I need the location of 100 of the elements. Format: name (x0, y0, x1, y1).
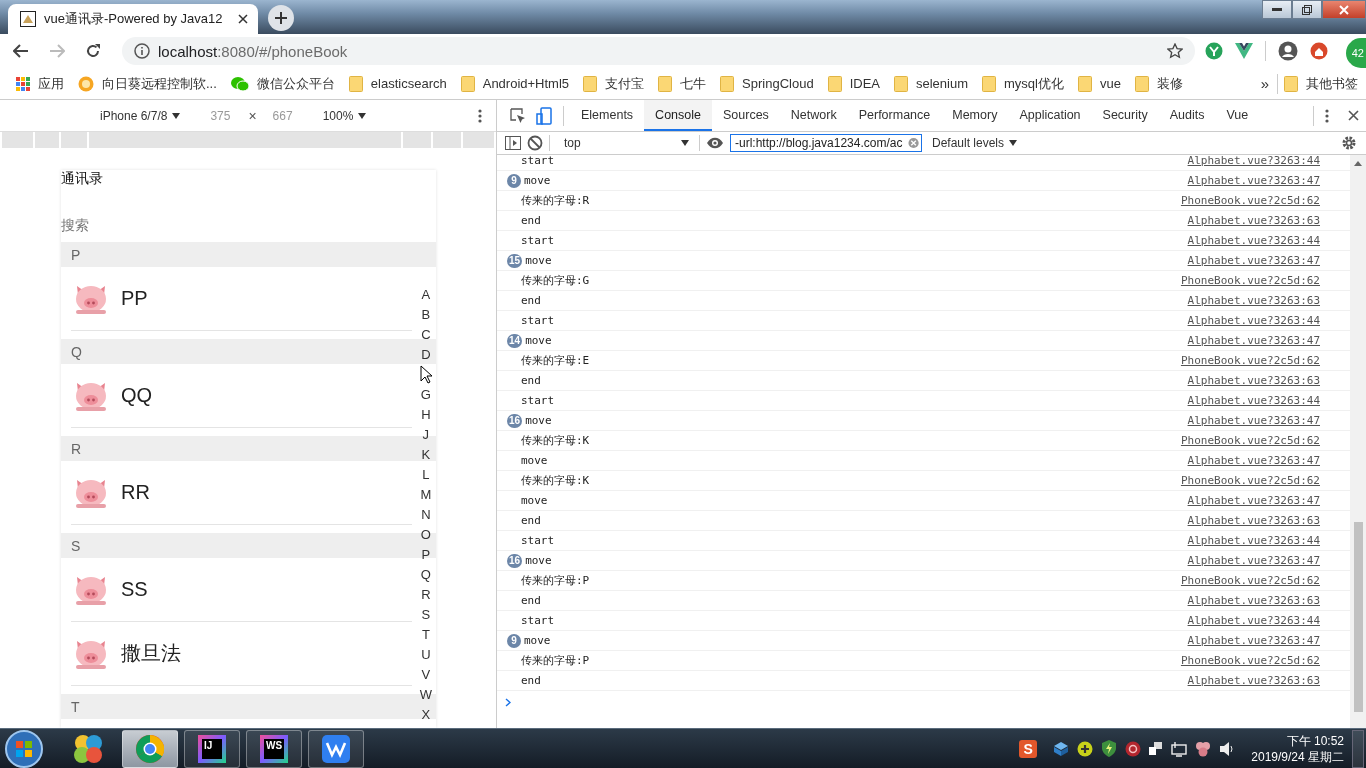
source-link[interactable]: Alphabet.vue?3263:63 (1187, 294, 1320, 307)
index-letter[interactable]: T (421, 625, 430, 645)
start-button[interactable] (4, 728, 44, 768)
source-link[interactable]: Alphabet.vue?3263:44 (1187, 314, 1320, 327)
minimize-icon[interactable] (1272, 7, 1282, 12)
bookmark-item[interactable]: vue (1071, 70, 1129, 97)
bookmark-item[interactable]: 微信公众平台 (224, 70, 343, 97)
tray-network-icon[interactable] (1171, 740, 1188, 757)
source-link[interactable]: PhoneBook.vue?2c5d:62 (1180, 274, 1320, 287)
index-letter[interactable]: R (421, 585, 431, 605)
devtools-tab[interactable]: Security (1091, 100, 1159, 131)
taskbar-app-button[interactable]: WS (246, 729, 302, 768)
bookmark-item[interactable]: 支付宝 (577, 70, 653, 97)
devtools-tab[interactable]: Performance (847, 100, 942, 131)
plus-icon[interactable] (275, 12, 287, 24)
source-link[interactable]: PhoneBook.vue?2c5d:62 (1180, 354, 1320, 367)
source-link[interactable]: PhoneBook.vue?2c5d:62 (1180, 574, 1320, 587)
new-tab-button[interactable] (268, 5, 294, 31)
index-letter[interactable]: O (420, 525, 431, 545)
source-link[interactable]: Alphabet.vue?3263:44 (1187, 234, 1320, 247)
contact-row[interactable]: PP (71, 267, 412, 331)
index-letter[interactable]: V (421, 665, 431, 685)
bookmark-item[interactable]: IDEA (821, 70, 888, 97)
devtools-tab[interactable]: Application (1008, 100, 1092, 131)
source-link[interactable]: Alphabet.vue?3263:47 (1187, 634, 1320, 647)
index-letter[interactable]: B (421, 305, 431, 325)
source-link[interactable]: PhoneBook.vue?2c5d:62 (1180, 434, 1320, 447)
index-letter[interactable]: A (421, 285, 431, 305)
devtools-tab[interactable]: Network (779, 100, 848, 131)
bookmark-item[interactable]: 应用 (10, 70, 72, 97)
inspect-icon[interactable] (510, 107, 526, 124)
more-options-icon[interactable] (478, 108, 482, 123)
tray-windows-icon[interactable] (1149, 741, 1164, 756)
source-link[interactable]: PhoneBook.vue?2c5d:62 (1180, 654, 1320, 667)
source-link[interactable]: PhoneBook.vue?2c5d:62 (1180, 474, 1320, 487)
device-toggle-icon[interactable] (536, 106, 552, 125)
taskbar-app-button[interactable] (308, 729, 364, 768)
tray-input-icon[interactable]: S (1019, 739, 1038, 758)
source-link[interactable]: Alphabet.vue?3263:63 (1187, 214, 1320, 227)
reload-icon[interactable] (85, 43, 101, 59)
bookmark-item[interactable]: 七牛 (652, 70, 715, 97)
source-link[interactable]: Alphabet.vue?3263:44 (1187, 155, 1320, 167)
clear-filter-icon[interactable] (907, 137, 919, 149)
index-letter[interactable]: X (421, 705, 431, 725)
bookmark-item[interactable]: selenium (887, 70, 976, 97)
source-link[interactable]: Alphabet.vue?3263:44 (1187, 614, 1320, 627)
source-link[interactable]: Alphabet.vue?3263:47 (1187, 334, 1320, 347)
taskbar-app-button[interactable] (122, 729, 178, 768)
clock[interactable]: 下午 10:52 2019/9/24 星期二 (1251, 732, 1344, 765)
clear-console-icon[interactable] (527, 135, 543, 151)
contact-row[interactable]: SS (71, 558, 412, 622)
devtools-tab[interactable]: Sources (712, 100, 780, 131)
extension-icon[interactable] (1205, 42, 1223, 60)
profile-icon[interactable] (1278, 41, 1298, 61)
source-link[interactable]: Alphabet.vue?3263:47 (1187, 414, 1320, 427)
index-letter[interactable]: K (421, 445, 431, 465)
tray-plus-icon[interactable] (1077, 740, 1094, 757)
bookmark-item[interactable]: elasticsearch (342, 70, 455, 97)
eye-icon[interactable] (706, 137, 724, 149)
source-link[interactable]: PhoneBook.vue?2c5d:62 (1180, 194, 1320, 207)
taskbar-app-button[interactable]: IJ (184, 729, 240, 768)
source-link[interactable]: Alphabet.vue?3263:47 (1187, 554, 1320, 567)
index-letter[interactable]: P (421, 545, 431, 565)
filter-field[interactable]: -url:http://blog.java1234.com/ac (730, 134, 922, 152)
source-link[interactable]: Alphabet.vue?3263:44 (1187, 394, 1320, 407)
address-bar[interactable]: localhost:8080/#/phoneBook (122, 37, 1195, 65)
close-window-button[interactable] (1322, 0, 1366, 19)
index-letter[interactable]: H (421, 405, 431, 425)
sidebar-toggle-icon[interactable] (505, 136, 521, 150)
source-link[interactable]: Alphabet.vue?3263:63 (1187, 514, 1320, 527)
zoom-select[interactable]: 100% (322, 108, 367, 123)
index-letter[interactable]: C (421, 325, 431, 345)
browser-tab[interactable]: vue通讯录-Powered by Java12 (8, 4, 258, 34)
index-letter[interactable]: U (421, 645, 431, 665)
vue-logo-icon[interactable] (1235, 43, 1253, 59)
extension-icon[interactable] (1310, 42, 1328, 60)
devtools-tab[interactable]: Memory (941, 100, 1009, 131)
device-select[interactable]: iPhone 6/7/8 (100, 108, 181, 123)
bookmark-item[interactable]: 装修 (1128, 70, 1191, 97)
tray-cube-icon[interactable] (1053, 740, 1070, 757)
log-levels-select[interactable]: Default levels (932, 136, 1018, 150)
index-letter[interactable]: J (422, 425, 430, 445)
back-arrow-icon[interactable] (13, 44, 29, 58)
close-icon[interactable] (238, 14, 248, 24)
scrollbar-thumb[interactable] (1353, 522, 1363, 712)
source-link[interactable]: Alphabet.vue?3263:63 (1187, 374, 1320, 387)
bookmark-item[interactable]: mysql优化 (976, 70, 1072, 97)
devtools-tab[interactable]: Vue (1215, 100, 1260, 131)
bookmark-item[interactable]: 其他书签 (1278, 70, 1366, 97)
devtools-tab[interactable]: Console (644, 100, 712, 131)
index-letter[interactable]: Q (420, 565, 431, 585)
prompt-chevron-icon[interactable] (505, 697, 511, 707)
minimize-button[interactable] (1262, 0, 1292, 19)
bookmark-item[interactable]: Android+Html5 (454, 70, 578, 97)
restore-button[interactable] (1292, 0, 1322, 19)
bookmark-item[interactable]: 向日葵远程控制软... (72, 70, 225, 97)
tray-app-icon[interactable] (1125, 740, 1142, 757)
source-link[interactable]: Alphabet.vue?3263:47 (1187, 174, 1320, 187)
speaker-icon[interactable] (1219, 740, 1236, 757)
index-letter[interactable]: S (421, 605, 431, 625)
